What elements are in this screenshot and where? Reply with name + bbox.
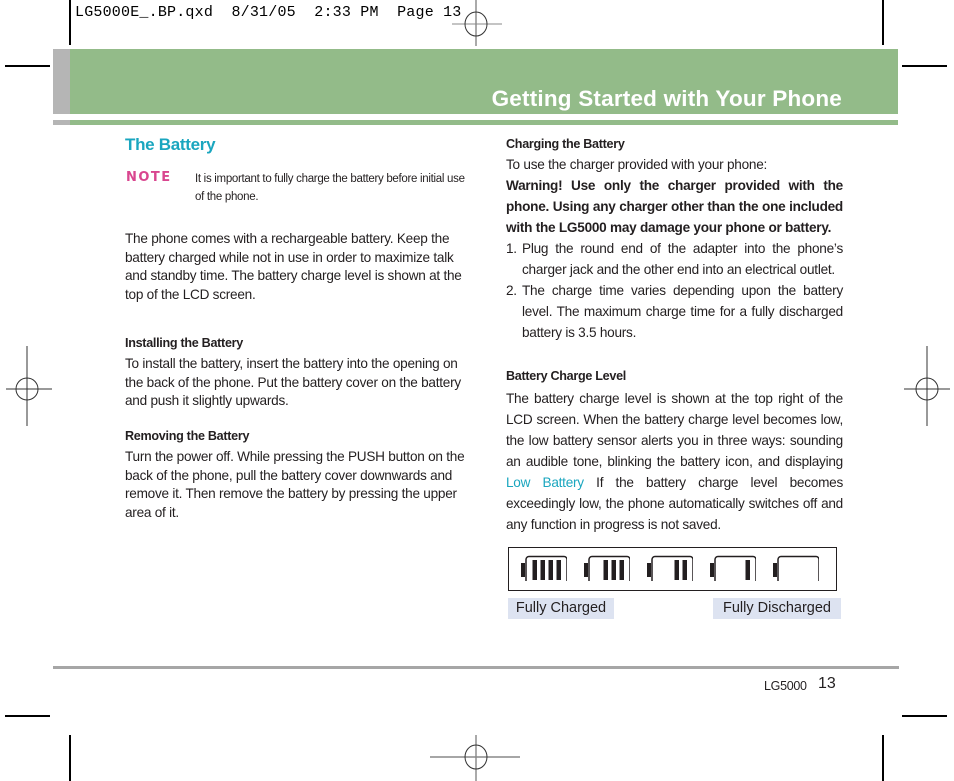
charging-step: 2. The charge time varies depending upon … (506, 280, 843, 343)
charging-warning: Warning! Use only the charger provided w… (506, 178, 843, 235)
battery-levels-figure (508, 547, 837, 591)
battery-bar (611, 560, 616, 580)
step-text: The charge time varies depending upon th… (522, 283, 843, 340)
charge-level-text: The battery charge level is shown at the… (506, 388, 843, 535)
removing-text: Turn the power off. While pressing the P… (125, 449, 465, 520)
header-side-strip (53, 49, 70, 114)
battery-icon-level-0 (773, 555, 819, 581)
charging-section: Charging the Battery To use the charger … (506, 137, 843, 343)
crop-mark (882, 0, 884, 45)
section-title: The Battery (125, 135, 216, 154)
registration-mark-bottom (430, 735, 520, 781)
intro-block: The phone comes with a rechargeable batt… (125, 230, 465, 304)
charging-heading: Charging the Battery (506, 137, 625, 151)
battery-terminal (584, 563, 588, 577)
caption-fully-charged: Fully Charged (508, 598, 614, 619)
footer-rule (53, 666, 899, 669)
battery-bar (674, 560, 679, 580)
battery-bar (532, 560, 537, 580)
slug-page: Page 13 (397, 4, 462, 21)
page-title: Getting Started with Your Phone (491, 86, 842, 111)
print-slug: LG5000E_.BP.qxd 8/31/05 2:33 PM Page 13 (75, 4, 462, 21)
footer-model: LG5000 (764, 679, 807, 693)
crop-mark (69, 735, 71, 781)
removing-section: Removing the Battery Turn the power off.… (125, 429, 465, 522)
battery-bar (556, 560, 561, 580)
charging-steps: 1. Plug the round end of the adapter into… (506, 238, 843, 343)
caption-fully-discharged: Fully Discharged (713, 598, 841, 619)
note-text: It is important to fully charge the batt… (195, 173, 465, 203)
charge-level-heading: Battery Charge Level (506, 369, 626, 383)
battery-terminal (647, 563, 651, 577)
registration-mark-right (904, 346, 950, 426)
battery-bar (619, 560, 624, 580)
battery-icon-level-1 (710, 555, 756, 581)
battery-body (777, 555, 819, 581)
battery-terminal (773, 563, 777, 577)
battery-terminal (521, 563, 525, 577)
battery-terminal (710, 563, 714, 577)
crop-mark (902, 715, 947, 717)
crop-mark (5, 65, 50, 67)
removing-heading: Removing the Battery (125, 429, 250, 443)
battery-icon-level-4 (521, 555, 567, 581)
installing-text: To install the battery, insert the batte… (125, 356, 461, 408)
step-text: Plug the round end of the adapter into t… (522, 241, 843, 277)
installing-heading: Installing the Battery (125, 336, 243, 350)
crop-mark (69, 0, 71, 45)
registration-mark-left (6, 346, 52, 426)
slug-time: 2:33 PM (314, 4, 379, 21)
installing-section: Installing the Battery To install the ba… (125, 336, 465, 411)
battery-bar (548, 560, 553, 580)
battery-bar (745, 560, 750, 580)
note-label: NOTE (126, 170, 172, 185)
battery-icon-level-3 (584, 555, 630, 581)
battery-bar (682, 560, 687, 580)
intro-paragraph: The phone comes with a rechargeable batt… (125, 231, 462, 302)
page-number: 13 (818, 675, 836, 692)
battery-bar (540, 560, 545, 580)
battery-icon-level-2 (647, 555, 693, 581)
charge-level-section: Battery Charge Level The battery charge … (506, 369, 843, 535)
charge-level-text-before: The battery charge level is shown at the… (506, 391, 843, 469)
step-number: 2. (506, 283, 517, 298)
slug-date: 8/31/05 (231, 4, 296, 21)
crop-mark (902, 65, 947, 67)
crop-mark (5, 715, 50, 717)
header-underline-strip (53, 120, 70, 125)
charging-intro: To use the charger provided with your ph… (506, 157, 768, 172)
low-battery-label: Low Battery (506, 475, 584, 490)
charging-step: 1. Plug the round end of the adapter into… (506, 238, 843, 280)
header-underline (70, 120, 898, 125)
slug-filename: LG5000E_.BP.qxd (75, 4, 214, 21)
battery-bar (603, 560, 608, 580)
crop-mark (882, 735, 884, 781)
step-number: 1. (506, 241, 517, 256)
